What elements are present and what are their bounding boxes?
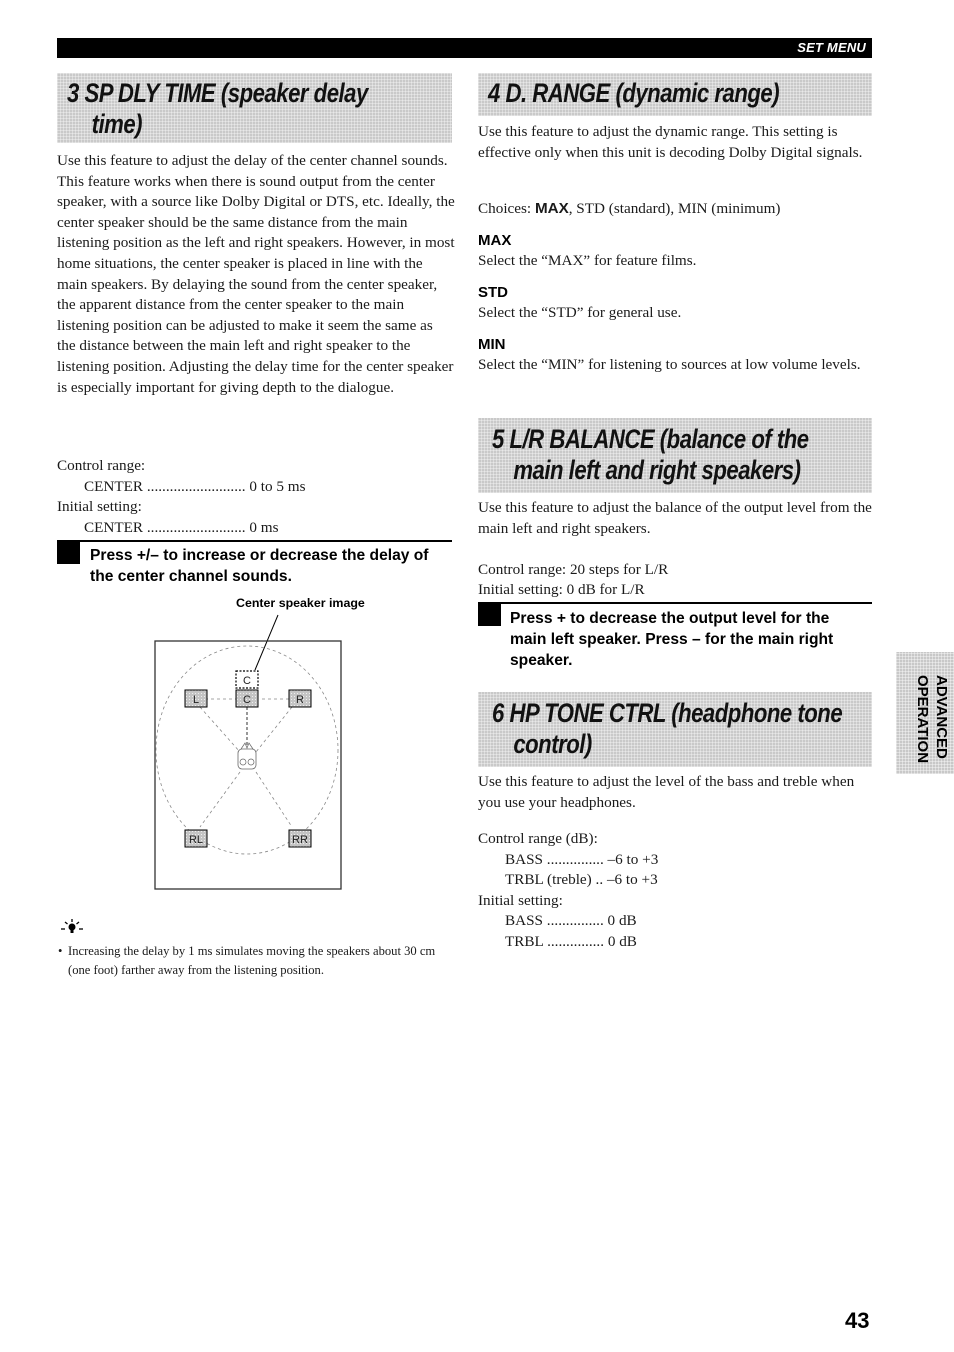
section3-title-line2: time) xyxy=(91,109,143,139)
setting-name: TRBL xyxy=(505,933,544,950)
setting-value: 0 to 5 ms xyxy=(249,478,306,495)
section3-control-range-row: CENTER .......................... 0 to 5… xyxy=(84,477,306,498)
section6-title-line2: control) xyxy=(513,729,592,759)
section5-initial-setting: Initial setting: 0 dB for L/R xyxy=(478,581,645,598)
speaker-label-c-image: C xyxy=(243,675,251,687)
speaker-diagram: C L C R RL RR xyxy=(154,614,342,890)
section6-description: Use this feature to adjust the level of … xyxy=(478,773,855,811)
listener-icon xyxy=(237,742,257,770)
option-min-text: Select the “MIN” for listening to source… xyxy=(478,356,861,373)
setting-name: BASS xyxy=(505,912,543,929)
setting-name: TRBL (treble) xyxy=(505,871,592,888)
section6-initial-setting-label: Initial setting: xyxy=(478,892,563,909)
section3-title-line1: 3 SP DLY TIME (speaker delay xyxy=(67,78,368,108)
setting-value: 0 dB xyxy=(607,933,637,950)
section3-initial-setting-label: Initial setting: xyxy=(57,498,142,515)
tip-text: Increasing the delay by 1 ms simulates m… xyxy=(68,944,436,977)
instruction-marker xyxy=(57,541,80,564)
section6-title-line1: 6 HP TONE CTRL (headphone tone xyxy=(492,698,843,728)
option-min-heading: MIN xyxy=(478,336,506,353)
speaker-label-c: C xyxy=(243,694,251,706)
leader-dots: .. xyxy=(595,871,604,888)
option-max-heading: MAX xyxy=(478,232,512,249)
tip-bullet: • xyxy=(58,944,63,958)
side-tab-line1: ADVANCED xyxy=(933,675,950,759)
section6-control-range-label: Control range (dB): xyxy=(478,830,598,847)
section5-heading: 5 L/R BALANCE (balance of the main left … xyxy=(478,418,872,493)
lightbulb-tip-icon xyxy=(61,919,83,933)
section3-description: Use this feature to adjust the delay of … xyxy=(57,152,455,396)
section6-initial-setting-row: TRBL ............... 0 dB xyxy=(505,932,637,953)
section4-choices: Choices: MAX, STD (standard), MIN (minim… xyxy=(478,199,874,220)
setting-name: CENTER xyxy=(84,519,144,536)
section-label: SET MENU xyxy=(797,40,866,55)
leader-dots: .......................... xyxy=(146,478,246,495)
instruction-rule xyxy=(57,540,452,542)
leader-dots: ............... xyxy=(546,851,604,868)
speaker-label-r: R xyxy=(296,694,304,706)
section4-description: Use this feature to adjust the dynamic r… xyxy=(478,123,863,161)
setting-name: BASS xyxy=(505,851,543,868)
setting-value: 0 ms xyxy=(249,519,279,536)
side-tab-advanced-operation: ADVANCED OPERATION xyxy=(896,652,954,774)
section4-heading: 4 D. RANGE (dynamic range) xyxy=(478,73,872,116)
choices-label: Choices: xyxy=(478,200,532,217)
page-number: 43 xyxy=(845,1308,870,1333)
option-std-text: Select the “STD” for general use. xyxy=(478,304,682,321)
section5-instruction: Press + to decrease the output level for… xyxy=(510,610,834,669)
section3-heading: 3 SP DLY TIME (speaker delay time) xyxy=(57,73,452,143)
setting-value: 0 dB xyxy=(607,912,637,929)
section3-instruction: Press +/– to increase or decrease the de… xyxy=(90,547,429,585)
section6-control-range-row: TRBL (treble) .. –6 to +3 xyxy=(505,870,658,891)
section6-heading: 6 HP TONE CTRL (headphone tone control) xyxy=(478,692,872,767)
leader-dots: .......................... xyxy=(146,519,246,536)
option-max-text: Select the “MAX” for feature films. xyxy=(478,252,697,269)
section5-description: Use this feature to adjust the balance o… xyxy=(478,499,872,537)
speaker-label-rl: RL xyxy=(189,834,203,846)
instruction-rule xyxy=(478,602,872,604)
header-bar: SET MENU xyxy=(57,38,872,58)
setting-value: –6 to +3 xyxy=(606,871,658,888)
choices-default: MAX xyxy=(534,200,569,217)
option-std-heading: STD xyxy=(478,284,508,301)
section6-initial-setting-row: BASS ............... 0 dB xyxy=(505,911,637,932)
section5-title-line1: 5 L/R BALANCE (balance of the xyxy=(492,424,809,454)
section6-control-range-row: BASS ............... –6 to +3 xyxy=(505,850,658,871)
section5-control-range: Control range: 20 steps for L/R xyxy=(478,561,669,578)
section3-control-range-label: Control range: xyxy=(57,457,146,474)
leader-dots: ............... xyxy=(547,933,605,950)
instruction-marker xyxy=(478,603,501,626)
section4-title: 4 D. RANGE (dynamic range) xyxy=(488,78,780,108)
diagram-caption: Center speaker image xyxy=(236,596,365,610)
setting-value: –6 to +3 xyxy=(607,851,659,868)
section5-title-line2: main left and right speakers) xyxy=(513,455,801,485)
callout-line xyxy=(254,614,279,671)
speaker-label-l: L xyxy=(193,694,199,706)
section3-initial-setting-row: CENTER .......................... 0 ms xyxy=(84,518,279,539)
choices-rest: , STD (standard), MIN (minimum) xyxy=(568,200,781,217)
leader-dots: ............... xyxy=(546,912,604,929)
setting-name: CENTER xyxy=(84,478,144,495)
side-tab-line2: OPERATION xyxy=(914,675,931,764)
speaker-label-rr: RR xyxy=(292,834,308,846)
